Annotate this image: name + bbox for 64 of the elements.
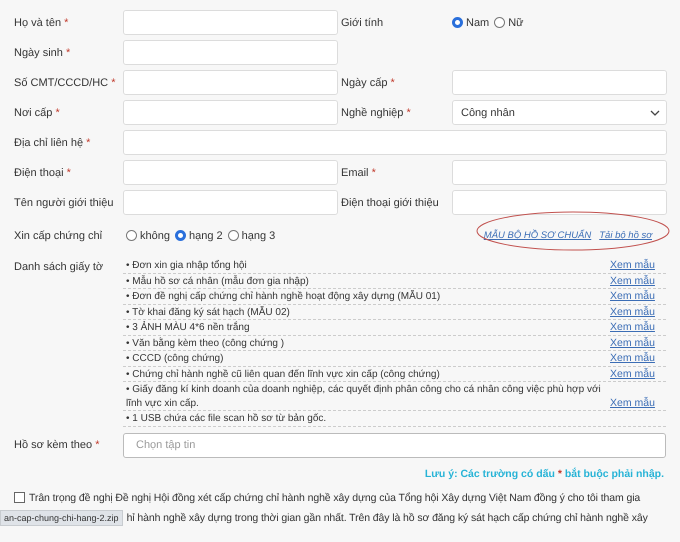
view-sample-link[interactable]: Xem mẫu xyxy=(610,396,666,410)
field-label: Ngày sinh * xyxy=(14,46,72,58)
status-bar-url: an-cap-chung-chi-hang-2.zip xyxy=(0,510,123,526)
select-field[interactable]: Công nhân xyxy=(452,100,667,125)
radio-button[interactable] xyxy=(126,230,137,241)
view-sample-link[interactable]: Xem mẫu xyxy=(610,290,666,304)
document-item: • Đơn đề nghị cấp chứng chỉ hành nghề hoạt động xây dựng (MẪU 01) xyxy=(126,290,442,304)
field-label: Tên người giới thiệu xyxy=(14,196,114,208)
file-input[interactable]: Chọn tập tin xyxy=(123,432,666,458)
text-input[interactable] xyxy=(123,40,338,65)
radio-button[interactable] xyxy=(228,230,239,241)
field-label: Địa chỉ liên hệ * xyxy=(14,136,92,148)
consent-text: Trân trọng đề nghị Đề nghị Hội đồng xét cấp chứng chỉ hành nghề xây dựng của Tổng hội Xây dựng Việt Nam đồng ý cho tôi tham gia xyxy=(29,492,640,504)
document-item: • Giấy đăng kí kinh doanh của doanh nghiệp, các quyết định phân công cho cá nhân công việc phù hợp với lĩnh vực xin cấp. xyxy=(126,383,602,410)
view-sample-link[interactable]: Xem mẫu xyxy=(610,321,666,334)
field-label: Email * xyxy=(341,166,377,178)
field-label: Ngày cấp * xyxy=(341,76,396,88)
text-input[interactable] xyxy=(452,70,667,95)
field-label: Hồ sơ kèm theo * xyxy=(14,439,100,451)
field-label: Điện thoại giới thiệu xyxy=(341,196,440,208)
radio-label: hạng 2 xyxy=(188,230,223,242)
field-label: Giới tính xyxy=(341,16,384,28)
consent-text: hỉ hành nghề xây dựng trong thời gian gần nhất. Trên đây là hồ sơ đăng ký sát hạch cấp chứng chỉ hành nghề xây xyxy=(126,512,648,524)
radio-button[interactable] xyxy=(494,17,506,28)
text-input[interactable] xyxy=(123,130,667,155)
field-label: Số CMT/CCCD/HC * xyxy=(14,76,116,88)
radio-label: Nữ xyxy=(508,16,524,28)
view-sample-link[interactable]: Xem mẫu xyxy=(610,306,666,319)
document-item: • CCCD (công chứng) xyxy=(126,352,224,366)
document-item: • Đơn xin gia nhập tổng hội xyxy=(126,259,248,272)
field-label: Điện thoại * xyxy=(14,166,72,178)
document-item: • Văn bằng kèm theo (công chứng ) xyxy=(126,336,286,350)
field-label: Họ và tên * xyxy=(14,16,70,28)
document-item: • Mẫu hồ sơ cá nhân (mẫu đơn gia nhập) xyxy=(126,274,310,288)
field-label: Danh sách giấy tờ xyxy=(14,260,104,275)
view-sample-link[interactable]: Xem mẫu xyxy=(610,368,666,381)
text-input[interactable] xyxy=(123,160,338,185)
link[interactable]: Tải bộ hồ sơ xyxy=(599,230,652,241)
radio-label: Nam xyxy=(466,16,490,28)
link[interactable]: MẪU BỘ HỒ SƠ CHUẨN xyxy=(484,230,592,241)
view-sample-link[interactable]: Xem mẫu xyxy=(610,336,666,350)
view-sample-link[interactable]: Xem mẫu xyxy=(610,274,666,288)
view-sample-link[interactable]: Xem mẫu xyxy=(610,259,666,272)
document-item: • 1 USB chứa các file scan hồ sơ từ bản gốc. xyxy=(126,412,328,426)
radio-button[interactable] xyxy=(452,17,463,28)
radio-label: không xyxy=(140,230,170,242)
document-item: • Tờ khai đăng ký sát hạch (MẪU 02) xyxy=(126,306,291,319)
field-label: Xin cấp chứng chỉ xyxy=(14,230,104,242)
field-label: Nơi cấp * xyxy=(14,106,61,118)
document-item: • Chứng chỉ hành nghề cũ liên quan đến lĩnh vực xin cấp (công chứng) xyxy=(126,368,441,381)
document-item: • 3 ẢNH MÀU 4*6 nền trắng xyxy=(126,321,251,334)
radio-button[interactable] xyxy=(174,230,186,241)
text-input[interactable] xyxy=(452,190,667,215)
text-input[interactable] xyxy=(123,10,338,35)
field-label: Nghề nghiệp * xyxy=(341,106,412,118)
text-input[interactable] xyxy=(123,190,338,215)
view-sample-link[interactable]: Xem mẫu xyxy=(610,352,666,366)
checkbox[interactable] xyxy=(14,492,25,503)
text-input[interactable] xyxy=(123,100,338,125)
required-note: Lưu ý: Các trường có dấu * bắt buộc phải nhập. xyxy=(424,468,665,480)
text-input[interactable] xyxy=(452,160,667,185)
chevron-down-icon xyxy=(650,110,660,116)
radio-label: hạng 3 xyxy=(242,230,276,242)
text-input[interactable] xyxy=(123,70,338,95)
